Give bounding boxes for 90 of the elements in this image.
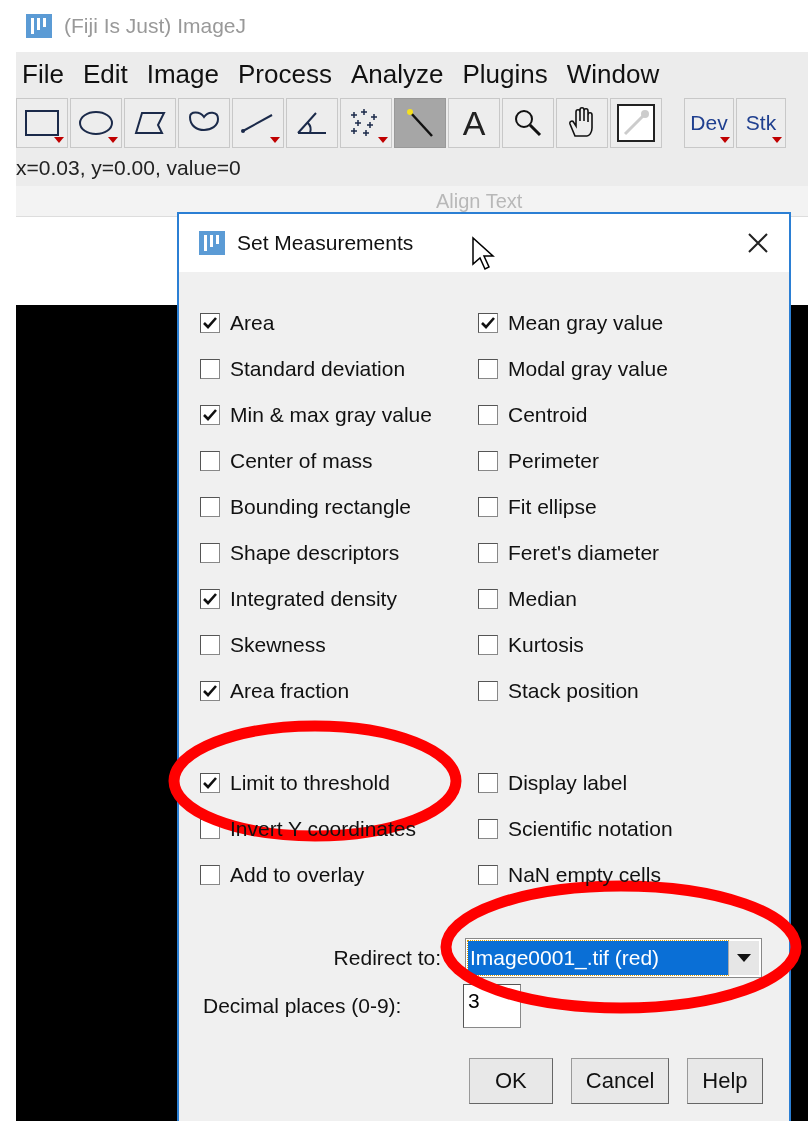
checkbox-label: Min & max gray value [230, 403, 432, 427]
menu-item[interactable]: Image [140, 58, 232, 90]
checkbox-label: Fit ellipse [508, 495, 597, 519]
checkbox[interactable] [200, 313, 220, 333]
tool-button[interactable] [610, 98, 662, 148]
checkbox-label: Mean gray value [508, 311, 664, 335]
rectangle-icon [24, 109, 60, 137]
checkbox[interactable] [200, 359, 220, 379]
window-title: (Fiji Is Just) ImageJ [64, 14, 247, 38]
checkbox[interactable] [200, 543, 220, 563]
checkbox-label: Standard deviation [230, 357, 406, 381]
checkbox[interactable] [478, 359, 498, 379]
dialog-logo-icon [199, 231, 225, 255]
checkbox-label: Stack position [508, 679, 639, 703]
dropdown-triangle-icon [772, 137, 782, 143]
color-picker-icon [617, 104, 655, 142]
decimal-places-label: Decimal places (0-9): [203, 994, 403, 1018]
checkbox[interactable] [478, 451, 498, 471]
checkbox[interactable] [478, 635, 498, 655]
checkbox-label: Limit to threshold [230, 771, 390, 795]
polygon-icon [132, 109, 168, 137]
magnifier-icon [513, 108, 543, 138]
dropdown-triangle-icon [54, 137, 64, 143]
tool-button[interactable] [178, 98, 230, 148]
menu-item[interactable]: Process [232, 58, 345, 90]
checkbox[interactable] [478, 773, 498, 793]
checkbox[interactable] [200, 589, 220, 609]
checkbox[interactable] [200, 681, 220, 701]
app-logo-icon [26, 14, 52, 38]
redirect-label: Redirect to: [332, 946, 441, 970]
checkbox-label: Scientific notation [508, 817, 673, 841]
checkbox[interactable] [478, 819, 498, 839]
dropdown-triangle-icon [270, 137, 280, 143]
dropdown-arrow-icon [737, 954, 751, 962]
checkbox-label: Display label [508, 771, 628, 795]
oval-icon [78, 109, 114, 137]
checkbox[interactable] [478, 497, 498, 517]
checkbox-label: Integrated density [230, 587, 397, 611]
checkbox[interactable] [478, 589, 498, 609]
tool-button[interactable]: Stk [736, 98, 786, 148]
checkbox-label: Kurtosis [508, 633, 584, 657]
close-icon[interactable] [747, 232, 769, 254]
tool-button[interactable]: Dev [684, 98, 734, 148]
checkbox-label: Feret's diameter [508, 541, 660, 565]
redirect-dropdown[interactable]: Image0001_.tif (red) [465, 938, 762, 978]
dialog-title: Set Measurements [237, 231, 414, 255]
tool-button[interactable]: A [448, 98, 500, 148]
dropdown-triangle-icon [108, 137, 118, 143]
menu-item[interactable]: Analyze [344, 58, 457, 90]
checkbox[interactable] [200, 635, 220, 655]
checkbox-label: Perimeter [508, 449, 600, 473]
checkbox[interactable] [200, 451, 220, 471]
checkbox-label: Area fraction [230, 679, 350, 703]
dialog-button[interactable]: OK [469, 1058, 553, 1104]
checkbox-label: Bounding rectangle [230, 495, 411, 519]
dialog-button[interactable]: Cancel [570, 1058, 670, 1104]
checkbox[interactable] [478, 313, 498, 333]
checkbox[interactable] [478, 865, 498, 885]
checkbox[interactable] [200, 773, 220, 793]
background-toolbar-label: Align Text [436, 189, 523, 213]
tool-button[interactable] [16, 98, 68, 148]
dropdown-triangle-icon [720, 137, 730, 143]
checkbox-label: Area [230, 311, 275, 335]
checkbox-label: Center of mass [230, 449, 373, 473]
checkbox-label: NaN empty cells [508, 863, 661, 887]
tool-button[interactable] [124, 98, 176, 148]
tool-button[interactable] [286, 98, 338, 148]
checkbox[interactable] [478, 681, 498, 701]
tool-button[interactable] [232, 98, 284, 148]
checkbox-label: Add to overlay [230, 863, 365, 887]
checkbox-label: Modal gray value [508, 357, 668, 381]
checkbox[interactable] [478, 543, 498, 563]
checkbox[interactable] [200, 865, 220, 885]
checkbox[interactable] [200, 405, 220, 425]
dialog-button[interactable]: Help [687, 1058, 763, 1104]
checkbox-label: Median [508, 587, 577, 611]
menu-item[interactable]: Window [560, 58, 673, 90]
menu-item[interactable]: Edit [76, 58, 141, 90]
checkbox-label: Centroid [508, 403, 588, 427]
menu-item[interactable]: Plugins [456, 58, 561, 90]
checkbox-label: Shape descriptors [230, 541, 400, 565]
checkbox-label: Skewness [230, 633, 326, 657]
menu-item[interactable]: File [16, 58, 77, 90]
status-text: x=0.03, y=0.00, value=0 [16, 156, 241, 180]
checkbox[interactable] [478, 405, 498, 425]
dropdown-triangle-icon [378, 137, 388, 143]
tool-button[interactable] [70, 98, 122, 148]
tool-button[interactable] [502, 98, 554, 148]
tool-button[interactable] [556, 98, 608, 148]
checkbox[interactable] [200, 497, 220, 517]
